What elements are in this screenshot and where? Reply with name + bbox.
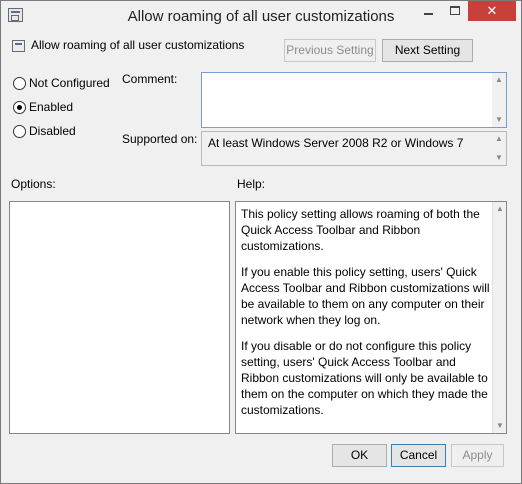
help-label: Help: (237, 177, 266, 191)
radio-label: Not Configured (29, 76, 110, 90)
policy-name: Allow roaming of all user customizations (31, 38, 245, 52)
policy-setting-icon (12, 40, 25, 52)
minimize-button[interactable] (416, 1, 442, 21)
previous-setting-button[interactable]: Previous Setting (284, 39, 376, 62)
help-paragraph: This policy setting allows roaming of bo… (241, 207, 480, 253)
policy-dialog-window: Allow roaming of all user customizations… (0, 0, 522, 484)
scroll-down-icon[interactable]: ▼ (492, 153, 506, 163)
cancel-button[interactable]: Cancel (391, 444, 446, 467)
maximize-icon (450, 6, 460, 15)
comment-textarea[interactable]: ▲ ▼ (201, 72, 507, 128)
supported-on-field: At least Windows Server 2008 R2 or Windo… (201, 131, 507, 166)
options-label: Options: (11, 177, 56, 191)
next-setting-button[interactable]: Next Setting (382, 39, 473, 62)
help-paragraph: If you disable or do not configure this … (241, 339, 488, 417)
scroll-down-icon[interactable]: ▼ (492, 115, 506, 125)
help-paragraph: If you enable this policy setting, users… (241, 265, 490, 327)
scroll-up-icon[interactable]: ▲ (492, 75, 506, 85)
apply-button[interactable]: Apply (451, 444, 504, 467)
help-scrollbar[interactable]: ▲ ▼ (492, 202, 506, 433)
scroll-up-icon[interactable]: ▲ (492, 134, 506, 144)
comment-label: Comment: (122, 72, 178, 86)
supported-on-label: Supported on: (122, 132, 198, 146)
help-text: This policy setting allows roaming of bo… (241, 206, 491, 428)
radio-label: Enabled (29, 100, 74, 114)
radio-button[interactable] (13, 125, 26, 138)
close-button[interactable]: ✕ (468, 1, 516, 21)
title-bar[interactable]: Allow roaming of all user customizations… (1, 1, 521, 30)
comment-scrollbar[interactable]: ▲ ▼ (492, 73, 506, 127)
ok-button[interactable]: OK (332, 444, 387, 467)
radio-button-selected[interactable] (13, 101, 26, 114)
radio-label: Disabled (29, 124, 76, 138)
minimize-icon (424, 13, 433, 15)
maximize-button[interactable] (442, 1, 468, 21)
scroll-down-icon[interactable]: ▼ (493, 421, 507, 431)
supported-on-scrollbar[interactable]: ▲ ▼ (492, 132, 506, 165)
radio-button[interactable] (13, 77, 26, 90)
close-icon: ✕ (486, 3, 498, 18)
scroll-up-icon[interactable]: ▲ (493, 204, 507, 214)
help-pane[interactable]: This policy setting allows roaming of bo… (235, 201, 507, 434)
options-pane[interactable] (9, 201, 230, 434)
supported-on-value: At least Windows Server 2008 R2 or Windo… (208, 136, 464, 150)
